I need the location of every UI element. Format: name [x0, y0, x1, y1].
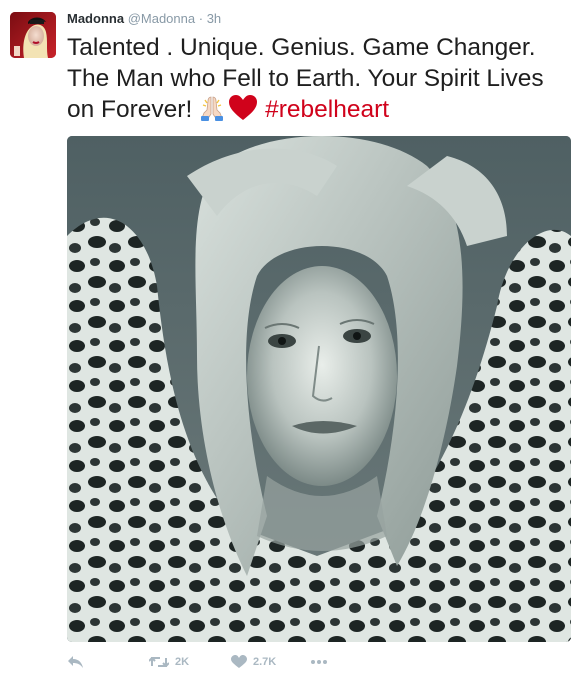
tweet-text-line: Talented . Unique. Genius. Game Changer.	[67, 34, 536, 61]
tweet-actions: 2K 2.7K	[67, 652, 487, 672]
heart-icon	[231, 655, 247, 669]
more-icon	[311, 660, 327, 664]
tweet-text: Talented . Unique. Genius. Game Changer.…	[67, 32, 577, 130]
tweet-text-line: The Man who Fell to Earth. Your Spirit L…	[67, 65, 544, 92]
user-handle[interactable]: @Madonna	[128, 11, 195, 26]
avatar[interactable]	[10, 12, 56, 58]
more-button[interactable]	[311, 652, 327, 672]
timestamp[interactable]: 3h	[207, 11, 221, 26]
hashtag-link[interactable]: #rebelheart	[265, 96, 389, 123]
like-count: 2.7K	[253, 656, 277, 668]
like-button[interactable]: 2.7K	[231, 652, 276, 672]
retweet-icon	[149, 655, 169, 669]
tweet[interactable]: Madonna @Madonna · 3h Talented . Unique.…	[0, 0, 583, 682]
avatar-image	[10, 12, 56, 58]
reply-icon	[67, 655, 84, 669]
retweet-button[interactable]: 2K	[149, 652, 189, 672]
retweet-count: 2K	[175, 656, 190, 668]
portrait-image	[67, 136, 571, 642]
tweet-text-line: on Forever! #rebelheart	[67, 94, 577, 130]
tweet-photo[interactable]	[67, 136, 571, 642]
tweet-header: Madonna @Madonna · 3h	[67, 10, 221, 28]
reply-button[interactable]	[67, 652, 84, 672]
separator-dot: ·	[198, 11, 204, 26]
red-heart-icon	[228, 94, 258, 130]
user-name[interactable]: Madonna	[67, 11, 124, 26]
tweet-text-line-end: on Forever!	[67, 96, 193, 123]
folded-hands-icon	[198, 94, 226, 130]
